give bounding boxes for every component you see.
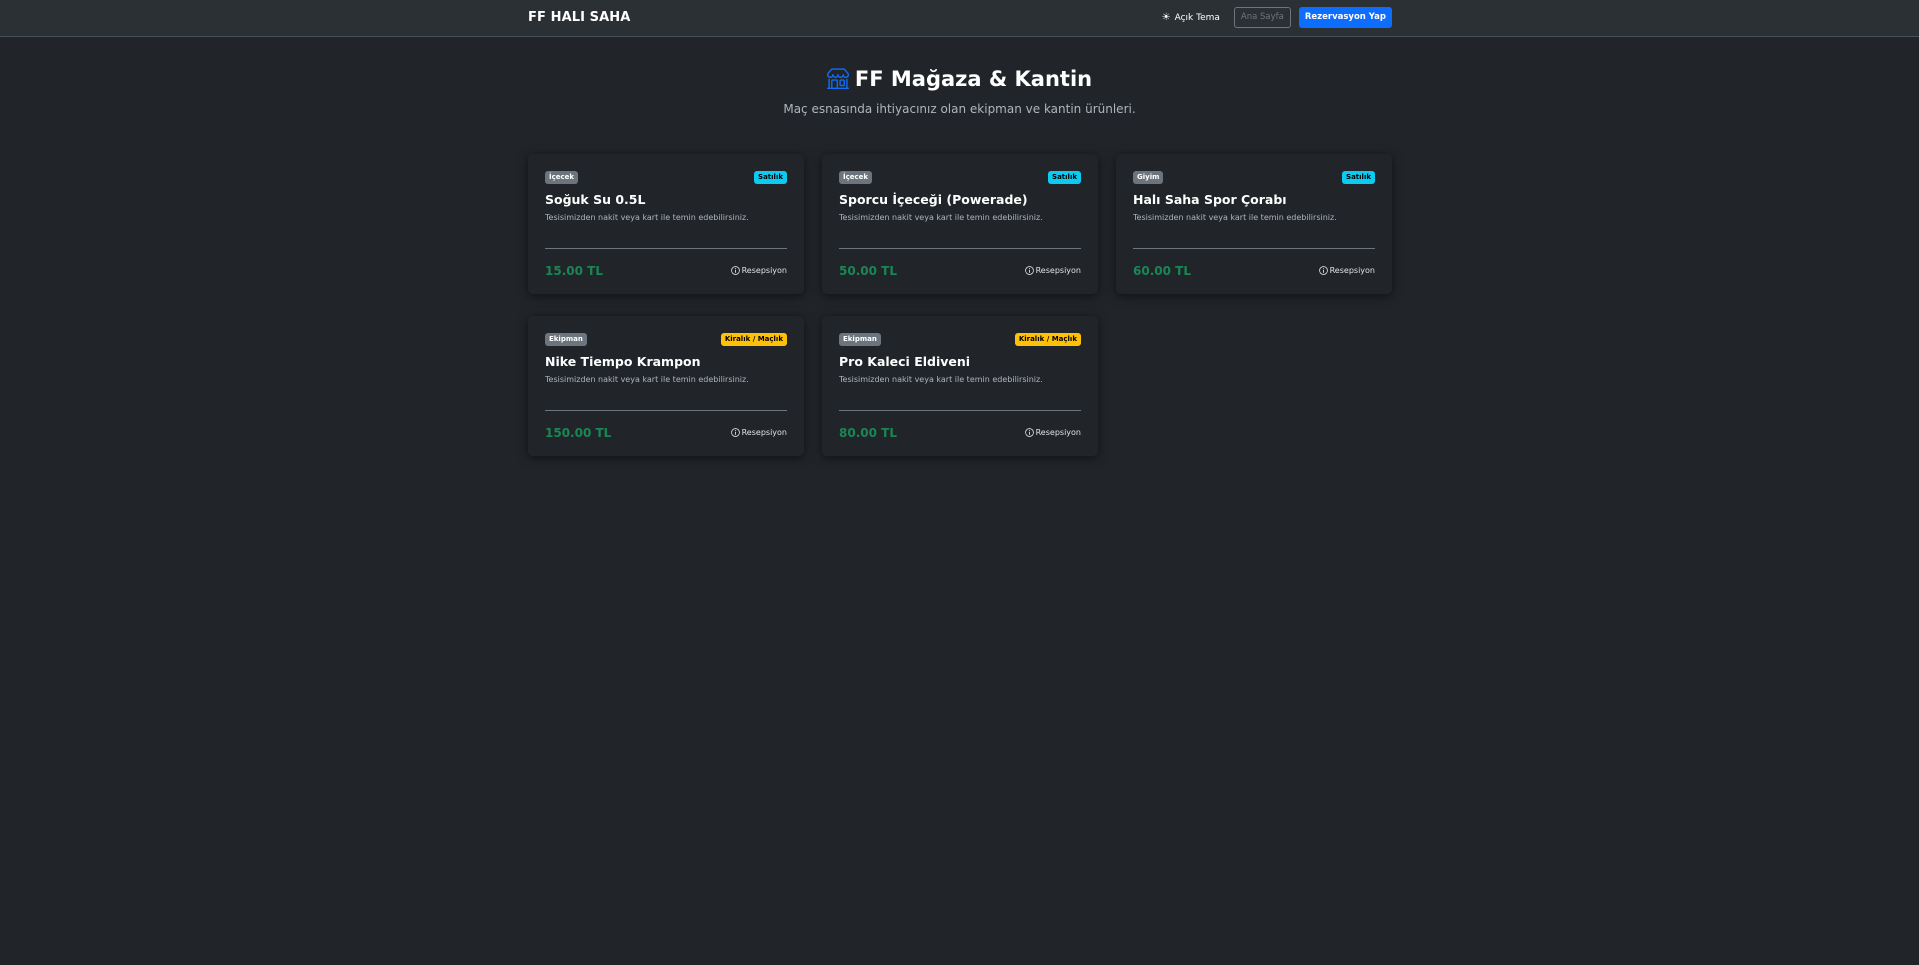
- store-icon: [826, 67, 849, 94]
- category-badge: Giyim: [1133, 171, 1164, 184]
- info-icon: [730, 428, 740, 437]
- info-icon: [1024, 266, 1034, 275]
- product-price: 60.00 TL: [1133, 264, 1191, 278]
- product-description: Tesisimizden nakit veya kart ile temin e…: [545, 375, 749, 384]
- product-name: Sporcu İçeceği (Powerade): [839, 192, 1028, 207]
- info-icon: [1318, 266, 1328, 275]
- category-badge: İçecek: [839, 171, 873, 184]
- make-reservation-button[interactable]: Rezervasyon Yap: [1298, 7, 1392, 28]
- page-subtitle: Maç esnasında ihtiyacınız olan ekipman v…: [783, 102, 1136, 116]
- category-badge: Ekipman: [545, 333, 587, 346]
- type-badge: Satılık: [1342, 171, 1375, 184]
- card-divider: [545, 410, 787, 411]
- product-location: Resepsiyon: [730, 428, 787, 437]
- product-description: Tesisimizden nakit veya kart ile temin e…: [1133, 213, 1337, 222]
- navbar-actions: ☀ Açık Tema Ana Sayfa Rezervasyon Yap: [1162, 7, 1392, 28]
- navbar: FF HALI SAHA ☀ Açık Tema Ana Sayfa Rezer…: [0, 0, 1919, 37]
- product-location: Resepsiyon: [1024, 266, 1081, 275]
- product-name: Halı Saha Spor Çorabı: [1133, 192, 1287, 207]
- location-label: Resepsiyon: [1035, 266, 1081, 275]
- type-badge: Kiralık / Maçlık: [720, 333, 787, 346]
- product-name: Nike Tiempo Krampon: [545, 354, 701, 369]
- location-label: Resepsiyon: [741, 428, 787, 437]
- product-location: Resepsiyon: [1318, 266, 1375, 275]
- category-badge: İçecek: [545, 171, 579, 184]
- product-location: Resepsiyon: [730, 266, 787, 275]
- product-card: Ekipman Kiralık / Maçlık Pro Kaleci Eldi…: [822, 316, 1098, 456]
- location-label: Resepsiyon: [741, 266, 787, 275]
- product-location: Resepsiyon: [1024, 428, 1081, 437]
- brand-logo-text[interactable]: FF HALI SAHA: [528, 0, 630, 36]
- product-description: Tesisimizden nakit veya kart ile temin e…: [839, 375, 1043, 384]
- page-title-row: FF Mağaza & Kantin: [0, 67, 1919, 94]
- card-divider: [839, 248, 1081, 249]
- page-title: FF Mağaza & Kantin: [854, 67, 1093, 91]
- theme-toggle-label: Açık Tema: [1174, 12, 1220, 23]
- product-description: Tesisimizden nakit veya kart ile temin e…: [545, 213, 749, 222]
- type-badge: Kiralık / Maçlık: [1014, 333, 1081, 346]
- product-name: Pro Kaleci Eldiveni: [839, 354, 971, 369]
- product-card: Ekipman Kiralık / Maçlık Nike Tiempo Kra…: [528, 316, 804, 456]
- product-card: İçecek Satılık Sporcu İçeceği (Powerade)…: [822, 154, 1098, 294]
- product-description: Tesisimizden nakit veya kart ile temin e…: [839, 213, 1043, 222]
- home-button[interactable]: Ana Sayfa: [1233, 7, 1291, 28]
- card-divider: [839, 410, 1081, 411]
- type-badge: Satılık: [754, 171, 787, 184]
- product-price: 15.00 TL: [545, 264, 603, 278]
- location-label: Resepsiyon: [1035, 428, 1081, 437]
- location-label: Resepsiyon: [1329, 266, 1375, 275]
- product-name: Soğuk Su 0.5L: [545, 192, 646, 207]
- card-divider: [545, 248, 787, 249]
- type-badge: Satılık: [1048, 171, 1081, 184]
- product-card: İçecek Satılık Soğuk Su 0.5L Tesisimizde…: [528, 154, 804, 294]
- sun-icon: ☀: [1161, 11, 1171, 23]
- info-icon: [730, 266, 740, 275]
- product-price: 50.00 TL: [839, 264, 897, 278]
- category-badge: Ekipman: [839, 333, 881, 346]
- product-price: 80.00 TL: [839, 426, 897, 440]
- theme-toggle-button[interactable]: ☀ Açık Tema: [1161, 11, 1220, 23]
- product-price: 150.00 TL: [545, 426, 612, 440]
- card-divider: [1133, 248, 1375, 249]
- product-card: Giyim Satılık Halı Saha Spor Çorabı Tesi…: [1116, 154, 1392, 294]
- info-icon: [1024, 428, 1034, 437]
